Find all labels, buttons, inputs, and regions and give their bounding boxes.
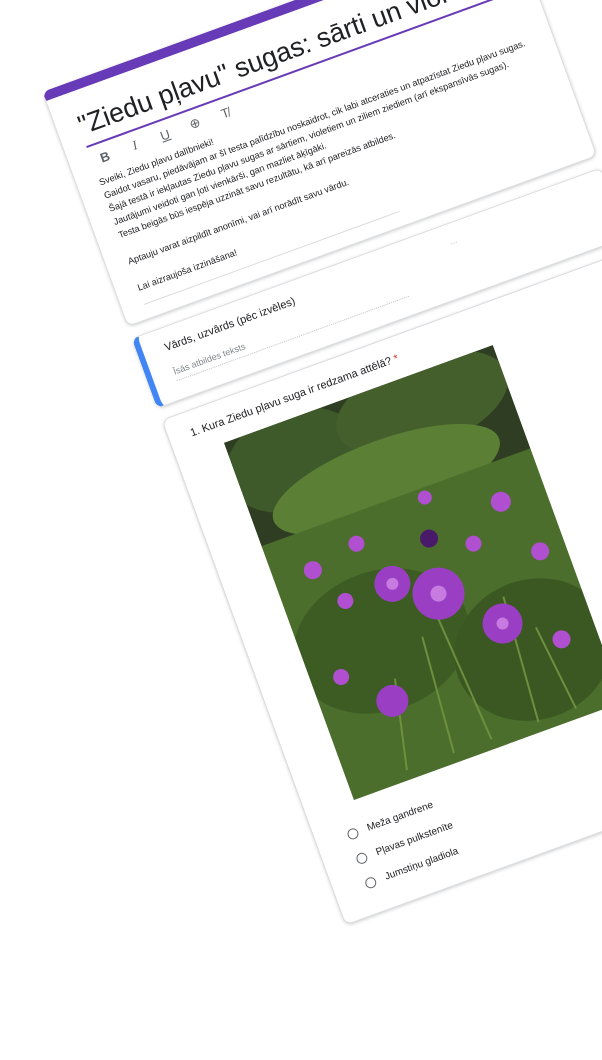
flower-photo-illustration <box>223 345 602 800</box>
radio-button[interactable] <box>363 875 378 890</box>
clear-formatting-icon[interactable]: T̸ <box>215 103 235 123</box>
italic-icon[interactable]: I <box>125 135 146 156</box>
required-asterisk: * <box>392 352 401 366</box>
radio-button[interactable] <box>354 850 369 865</box>
radio-button[interactable] <box>345 826 360 841</box>
bold-icon[interactable]: B <box>95 147 115 167</box>
form-stage: "Ziedu pļavu" sugas: sārti un violeti zi… <box>42 0 602 937</box>
link-icon[interactable]: ⊕ <box>185 113 206 134</box>
underline-icon[interactable]: U <box>155 125 175 145</box>
question-image-flowers <box>223 345 602 800</box>
